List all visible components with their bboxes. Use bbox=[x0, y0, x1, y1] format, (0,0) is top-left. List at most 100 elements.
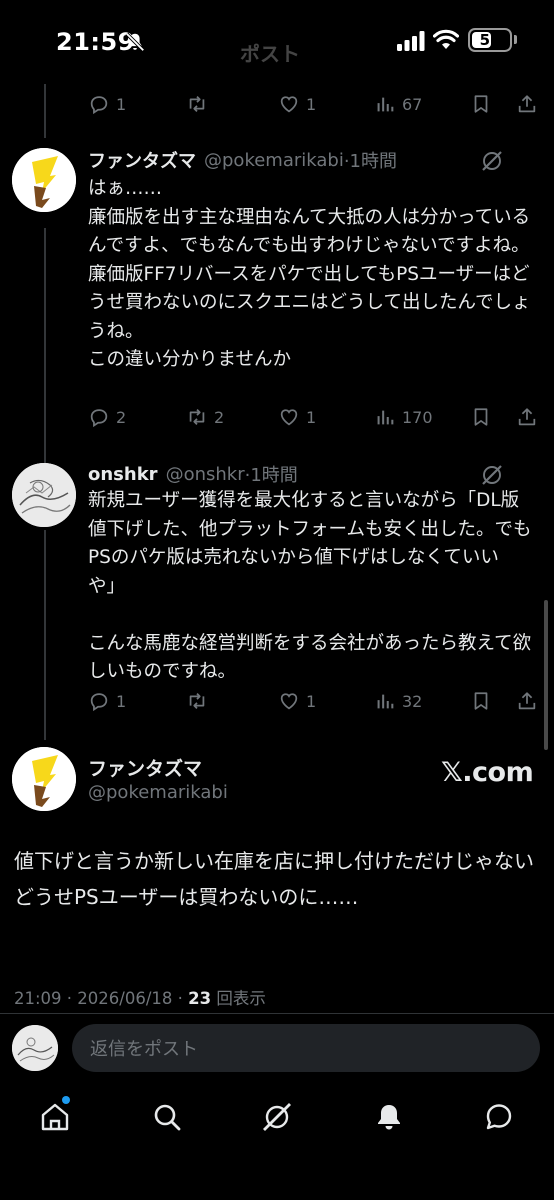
wifi-icon bbox=[433, 29, 459, 49]
cellular-signal-icon bbox=[397, 31, 425, 51]
screen: 21:59 ポスト 52 1 1 67 ファンタズマ @pokemarikabi… bbox=[0, 0, 554, 1200]
tweet-0-actions: 1 1 67 bbox=[88, 89, 540, 119]
search-icon[interactable] bbox=[150, 1100, 184, 1134]
main-tweet-text: 値下げと言うか新しい在庫を店に押し付けただけじゃない どうせPSユーザーは買わな… bbox=[14, 849, 534, 909]
divider bbox=[0, 1013, 554, 1014]
bookmark-icon bbox=[474, 408, 488, 426]
main-tweet-meta: 21:09 · 2026/06/18 · 23 回表示 bbox=[14, 985, 266, 1009]
scrollbar[interactable] bbox=[544, 600, 548, 750]
home-icon[interactable] bbox=[38, 1100, 72, 1134]
bookmark-icon bbox=[474, 95, 488, 113]
reply-count: 2 bbox=[116, 407, 127, 427]
avatar[interactable] bbox=[12, 148, 76, 212]
tweet-1-text: はぁ…… 廉価版を出す主な理由なんて大抵の人は分かっているんですよ、でもなんでも… bbox=[88, 178, 531, 370]
views-label: 回表示 bbox=[211, 989, 266, 1008]
share-button[interactable] bbox=[516, 402, 538, 432]
like-count: 1 bbox=[306, 407, 317, 427]
thread-line-top bbox=[44, 84, 46, 138]
current-user-avatar bbox=[12, 1025, 58, 1071]
repost-icon bbox=[189, 409, 205, 425]
views-count: 32 bbox=[402, 691, 423, 711]
main-avatar[interactable] bbox=[12, 747, 76, 811]
share-icon bbox=[518, 95, 536, 113]
tweet-2-actions: 1 1 32 bbox=[88, 686, 540, 716]
bottom-nav bbox=[0, 1088, 554, 1148]
reply-input[interactable]: 返信をポスト bbox=[72, 1024, 540, 1072]
sketch-avatar-icon bbox=[12, 1025, 58, 1071]
sketch-avatar-icon bbox=[12, 463, 76, 527]
battery-cap bbox=[514, 35, 517, 44]
mute-bell-icon bbox=[125, 32, 145, 52]
avatar[interactable] bbox=[12, 463, 76, 527]
tweet-2-header: onshkr @onshkr ·1時間 bbox=[88, 461, 298, 487]
reply-count: 1 bbox=[116, 94, 127, 114]
repost-button[interactable] bbox=[186, 686, 214, 716]
home-unread-dot bbox=[62, 1096, 70, 1104]
tweet-1-header: ファンタズマ @pokemarikabi ·1時間 bbox=[88, 147, 397, 173]
views-count: 170 bbox=[402, 407, 433, 427]
author-name[interactable]: ファンタズマ bbox=[88, 147, 196, 173]
reply-icon bbox=[90, 96, 108, 115]
xcom-badge[interactable]: 𝕏.com bbox=[441, 757, 534, 788]
thread-line-1 bbox=[44, 228, 46, 466]
views-button[interactable]: 32 bbox=[374, 686, 422, 716]
views-count: 67 bbox=[402, 94, 423, 114]
grok-icon[interactable] bbox=[480, 463, 504, 487]
repost-icon bbox=[189, 96, 205, 112]
reply-icon bbox=[90, 409, 108, 428]
repost-button[interactable]: 2 bbox=[186, 402, 224, 432]
reply-button[interactable]: 2 bbox=[88, 402, 126, 432]
reply-button[interactable]: 1 bbox=[88, 686, 126, 716]
views-button[interactable]: 67 bbox=[374, 89, 422, 119]
grok-icon[interactable] bbox=[260, 1100, 294, 1134]
share-button[interactable] bbox=[516, 686, 538, 716]
reply-icon bbox=[90, 693, 108, 712]
notifications-icon[interactable] bbox=[372, 1100, 406, 1134]
views-number[interactable]: 23 bbox=[188, 989, 211, 1008]
bookmark-button[interactable] bbox=[470, 686, 492, 716]
author-handle[interactable]: @onshkr bbox=[166, 464, 245, 485]
bookmark-button[interactable] bbox=[470, 402, 492, 432]
post-time: ·1時間 bbox=[343, 151, 398, 172]
thread-line-2 bbox=[44, 530, 46, 740]
like-count: 1 bbox=[306, 94, 317, 114]
main-author-handle[interactable]: @pokemarikabi bbox=[88, 782, 228, 803]
battery-indicator: 52 bbox=[468, 28, 512, 52]
share-icon bbox=[518, 408, 536, 426]
battery-percent: 52 bbox=[479, 31, 501, 49]
faded-header-title: ポスト bbox=[240, 42, 300, 66]
grok-icon[interactable] bbox=[480, 149, 504, 173]
views-button[interactable]: 170 bbox=[374, 402, 433, 432]
share-icon bbox=[518, 692, 536, 710]
repost-button[interactable] bbox=[186, 89, 214, 119]
post-time: ·1時間 bbox=[244, 465, 298, 486]
like-button[interactable]: 1 bbox=[278, 89, 316, 119]
views-icon bbox=[377, 97, 394, 112]
home-indicator bbox=[207, 1180, 347, 1185]
pikachu-tail-avatar-icon bbox=[12, 747, 76, 811]
reply-count: 1 bbox=[116, 691, 127, 711]
author-name[interactable]: onshkr bbox=[88, 464, 158, 485]
messages-icon[interactable] bbox=[482, 1100, 516, 1134]
status-bar: 21:59 ポスト 52 bbox=[0, 0, 554, 84]
like-button[interactable]: 1 bbox=[278, 686, 316, 716]
views-icon bbox=[377, 410, 394, 425]
repost-icon bbox=[189, 693, 205, 709]
tweet-1-actions: 2 2 1 170 bbox=[88, 402, 540, 432]
like-button[interactable]: 1 bbox=[278, 402, 316, 432]
reply-button[interactable]: 1 bbox=[88, 89, 126, 119]
author-handle[interactable]: @pokemarikabi bbox=[204, 150, 344, 171]
share-button[interactable] bbox=[516, 89, 538, 119]
main-author-name[interactable]: ファンタズマ bbox=[88, 754, 202, 781]
heart-icon bbox=[280, 409, 298, 426]
main-tweet-timestamp: 21:09 · 2026/06/18 · bbox=[14, 989, 189, 1008]
heart-icon bbox=[280, 693, 298, 710]
views-icon bbox=[377, 694, 394, 709]
bookmark-icon bbox=[474, 692, 488, 710]
heart-icon bbox=[280, 96, 298, 113]
bookmark-button[interactable] bbox=[470, 89, 492, 119]
pikachu-tail-avatar-icon bbox=[12, 148, 76, 212]
repost-count: 2 bbox=[214, 407, 225, 427]
like-count: 1 bbox=[306, 691, 317, 711]
tweet-2-text: 新規ユーザー獲得を最大化すると言いながら「DL版値下げした、他プラットフォームも… bbox=[88, 490, 532, 682]
